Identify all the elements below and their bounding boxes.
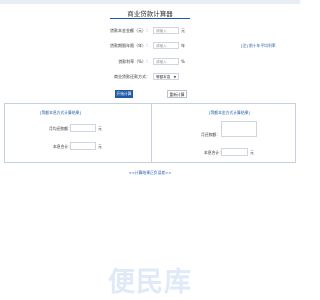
watermark-logo: 便民库	[108, 267, 192, 298]
total-field-right[interactable]	[221, 148, 248, 156]
monthly-payment-field[interactable]	[70, 124, 96, 132]
amount-input[interactable]: 请输入	[153, 27, 179, 34]
results-divider	[151, 104, 152, 163]
rate-input[interactable]: 请输入	[153, 58, 179, 65]
rate-row: 贷款利率（%）： 请输入 %	[0, 58, 300, 67]
error-note-link[interactable]: <<计算结果正负误差>>	[0, 170, 300, 176]
monthly-payment-unit: 元	[98, 126, 102, 131]
equal-principal-title: [等额本金方式计算结果]	[209, 110, 250, 115]
amount-unit: 元	[181, 28, 185, 33]
calculate-button[interactable]: 开始计算	[115, 90, 133, 98]
title-underline	[110, 18, 190, 19]
reset-button[interactable]: 重新计算	[167, 90, 187, 98]
method-selected: 等额本息	[156, 75, 171, 79]
method-label: 商业贷款还款方式：	[114, 74, 150, 79]
method-row: 商业贷款还款方式： 等额本息 ▼	[0, 73, 300, 82]
rate-unit: %	[181, 59, 185, 64]
amount-row: 贷款本金金额（元）： 请输入 元	[0, 27, 300, 36]
amount-label: 贷款本金金额（元）：	[110, 28, 150, 33]
term-input[interactable]: 请输入	[153, 42, 179, 49]
total-unit-right: 元	[250, 150, 254, 155]
total-unit-left: 元	[98, 144, 102, 149]
results-panel: [等额本息方式计算结果] 月均还款额： 元 本息合计： 元 [等额本金方式计算结…	[4, 103, 296, 163]
repayment-method-select[interactable]: 等额本息 ▼	[153, 73, 179, 80]
rate-label: 贷款利率（%）：	[118, 59, 150, 64]
term-label: 贷款期限年限（年）：	[110, 43, 150, 48]
top-bar	[0, 0, 300, 4]
monthly-repayment-label: 月还款额：	[201, 132, 220, 137]
average-rate-link[interactable]: [注] 前十年平均利率	[241, 43, 276, 49]
monthly-payment-label: 月均还款额：	[49, 126, 72, 131]
equal-installment-title: [等额本息方式计算结果]	[40, 110, 81, 115]
page-title: 商业贷款计算器	[127, 10, 173, 18]
chevron-down-icon: ▼	[173, 75, 176, 79]
term-unit: 年	[181, 43, 185, 48]
monthly-repayment-field[interactable]	[221, 121, 257, 137]
total-field-left[interactable]	[70, 142, 96, 150]
